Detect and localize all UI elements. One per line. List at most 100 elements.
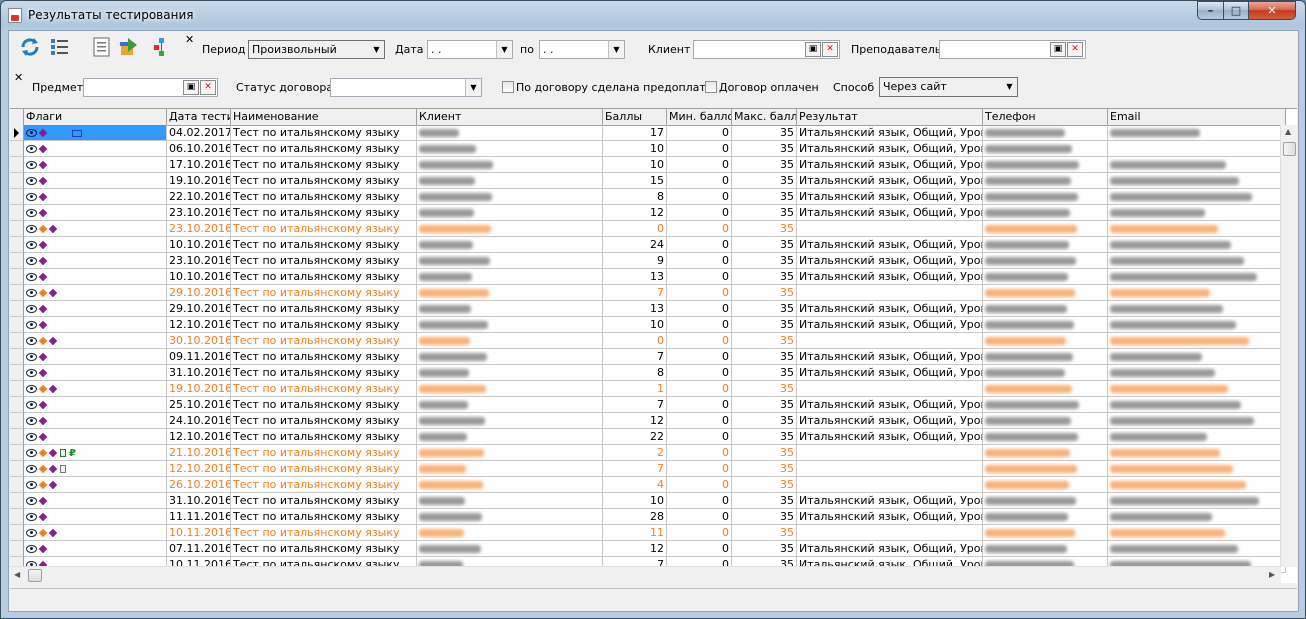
row-max[interactable]: 35 — [732, 477, 797, 493]
row-client-redacted[interactable] — [417, 285, 603, 301]
row-indicator[interactable] — [10, 525, 24, 541]
row-max[interactable]: 35 — [732, 509, 797, 525]
row-indicator[interactable] — [10, 381, 24, 397]
row-client-redacted[interactable] — [417, 445, 603, 461]
header-name[interactable]: Наименование — [231, 109, 417, 125]
row-email-redacted[interactable] — [1108, 525, 1286, 541]
row-max[interactable]: 35 — [732, 413, 797, 429]
row-flags[interactable] — [24, 461, 167, 477]
table-row[interactable]: 12.10.2016 Тест по итальянскому языку 10 0 3… — [10, 317, 1286, 333]
row-max[interactable]: 35 — [732, 237, 797, 253]
row-indicator[interactable] — [10, 493, 24, 509]
row-min[interactable]: 0 — [667, 205, 732, 221]
teacher-clear-icon[interactable]: ✕ — [1067, 42, 1083, 57]
row-client-redacted[interactable] — [417, 317, 603, 333]
row-name[interactable]: Тест по итальянскому языку — [231, 285, 417, 301]
row-email-redacted[interactable] — [1108, 173, 1286, 189]
row-min[interactable]: 0 — [667, 445, 732, 461]
row-score[interactable]: 8 — [603, 365, 667, 381]
row-indicator[interactable] — [10, 429, 24, 445]
refresh-icon[interactable] — [19, 36, 41, 58]
row-max[interactable]: 35 — [732, 221, 797, 237]
row-indicator[interactable] — [10, 333, 24, 349]
row-result[interactable] — [797, 333, 983, 349]
clear-filter-2-icon[interactable]: ✕ — [14, 71, 23, 84]
row-date[interactable]: 31.10.2016 — [167, 365, 231, 381]
row-email-redacted[interactable] — [1108, 237, 1286, 253]
header-result[interactable]: Результат — [797, 109, 983, 125]
contract-status-dropdown-icon[interactable]: ▼ — [465, 79, 481, 96]
row-name[interactable]: Тест по итальянскому языку — [231, 397, 417, 413]
row-min[interactable]: 0 — [667, 365, 732, 381]
row-flags[interactable] — [24, 205, 167, 221]
row-name[interactable]: Тест по итальянскому языку — [231, 221, 417, 237]
header-max-score[interactable]: Макс. балло — [732, 109, 797, 125]
vertical-scroll-thumb[interactable] — [1283, 142, 1296, 156]
header-client[interactable]: Клиент — [417, 109, 603, 125]
row-email-redacted[interactable] — [1108, 381, 1286, 397]
row-flags[interactable] — [24, 365, 167, 381]
row-date[interactable]: 31.10.2016 — [167, 493, 231, 509]
close-button[interactable]: ✕ — [1248, 1, 1296, 20]
row-phone-redacted[interactable] — [983, 301, 1108, 317]
row-name[interactable]: Тест по итальянскому языку — [231, 333, 417, 349]
table-row[interactable]: 17.10.2016 Тест по итальянскому языку 10 0 3… — [10, 157, 1286, 173]
row-name[interactable]: Тест по итальянскому языку — [231, 301, 417, 317]
row-max[interactable]: 35 — [732, 461, 797, 477]
row-client-redacted[interactable] — [417, 141, 603, 157]
row-min[interactable]: 0 — [667, 461, 732, 477]
row-indicator[interactable] — [10, 205, 24, 221]
row-max[interactable]: 35 — [732, 349, 797, 365]
row-result[interactable]: Итальянский язык, Общий, Уровень — [797, 493, 983, 509]
row-date[interactable]: 11.11.2016 — [167, 509, 231, 525]
row-result[interactable]: Итальянский язык, Общий, Уровень — [797, 365, 983, 381]
row-phone-redacted[interactable] — [983, 221, 1108, 237]
row-name[interactable]: Тест по итальянскому языку — [231, 445, 417, 461]
row-name[interactable]: Тест по итальянскому языку — [231, 541, 417, 557]
row-client-redacted[interactable] — [417, 461, 603, 477]
table-row[interactable]: 19.10.2016 Тест по итальянскому языку 1 0 35 — [10, 381, 1286, 397]
row-result[interactable]: Итальянский язык, Общий, Уровень — [797, 429, 983, 445]
row-client-redacted[interactable] — [417, 173, 603, 189]
row-max[interactable]: 35 — [732, 157, 797, 173]
table-row[interactable]: 31.10.2016 Тест по итальянскому языку 8 0 35… — [10, 365, 1286, 381]
row-phone-redacted[interactable] — [983, 445, 1108, 461]
maximize-button[interactable]: □ — [1223, 1, 1249, 20]
row-client-redacted[interactable] — [417, 269, 603, 285]
clear-filter-1-icon[interactable]: ✕ — [185, 33, 194, 46]
row-min[interactable]: 0 — [667, 141, 732, 157]
row-score[interactable]: 11 — [603, 525, 667, 541]
row-client-redacted[interactable] — [417, 509, 603, 525]
row-phone-redacted[interactable] — [983, 285, 1108, 301]
row-email-redacted[interactable] — [1108, 189, 1286, 205]
row-client-redacted[interactable] — [417, 349, 603, 365]
row-client-redacted[interactable] — [417, 205, 603, 221]
row-indicator[interactable] — [10, 221, 24, 237]
table-row[interactable]: 31.10.2016 Тест по итальянскому языку 10 0 3… — [10, 493, 1286, 509]
row-client-redacted[interactable] — [417, 125, 603, 141]
row-result[interactable]: Итальянский язык, Общий, Уровень — [797, 413, 983, 429]
row-indicator[interactable] — [10, 445, 24, 461]
row-date[interactable]: 04.02.2017 — [167, 125, 231, 141]
table-row[interactable]: 24.10.2016 Тест по итальянскому языку 12 0 3… — [10, 413, 1286, 429]
table-row[interactable]: 06.10.2016 Тест по итальянскому языку 10 0 3… — [10, 141, 1286, 157]
header-flags[interactable]: Флаги — [24, 109, 167, 125]
row-result[interactable]: Итальянский язык, Общий, Уровень — [797, 237, 983, 253]
row-email-redacted[interactable] — [1108, 509, 1286, 525]
row-flags[interactable] — [24, 125, 167, 141]
table-row[interactable]: 12.10.2016 Тест по итальянскому языку 22 0 3… — [10, 429, 1286, 445]
row-result[interactable]: Итальянский язык, Общий, Уровень — [797, 349, 983, 365]
row-name[interactable]: Тест по итальянскому языку — [231, 253, 417, 269]
header-score[interactable]: Баллы — [603, 109, 667, 125]
row-result[interactable]: Итальянский язык, Общий, Уровень — [797, 157, 983, 173]
date-to-dropdown-icon[interactable]: ▼ — [608, 41, 624, 58]
table-row[interactable]: 25.10.2016 Тест по итальянскому языку 7 0 35… — [10, 397, 1286, 413]
row-phone-redacted[interactable] — [983, 541, 1108, 557]
table-row[interactable]: 23.10.2016 Тест по итальянскому языку 9 0 35… — [10, 253, 1286, 269]
row-email-redacted[interactable] — [1108, 349, 1286, 365]
row-flags[interactable] — [24, 141, 167, 157]
row-date[interactable]: 21.10.2016 — [167, 445, 231, 461]
row-indicator[interactable] — [10, 413, 24, 429]
row-client-redacted[interactable] — [417, 157, 603, 173]
row-date[interactable]: 17.10.2016 — [167, 157, 231, 173]
